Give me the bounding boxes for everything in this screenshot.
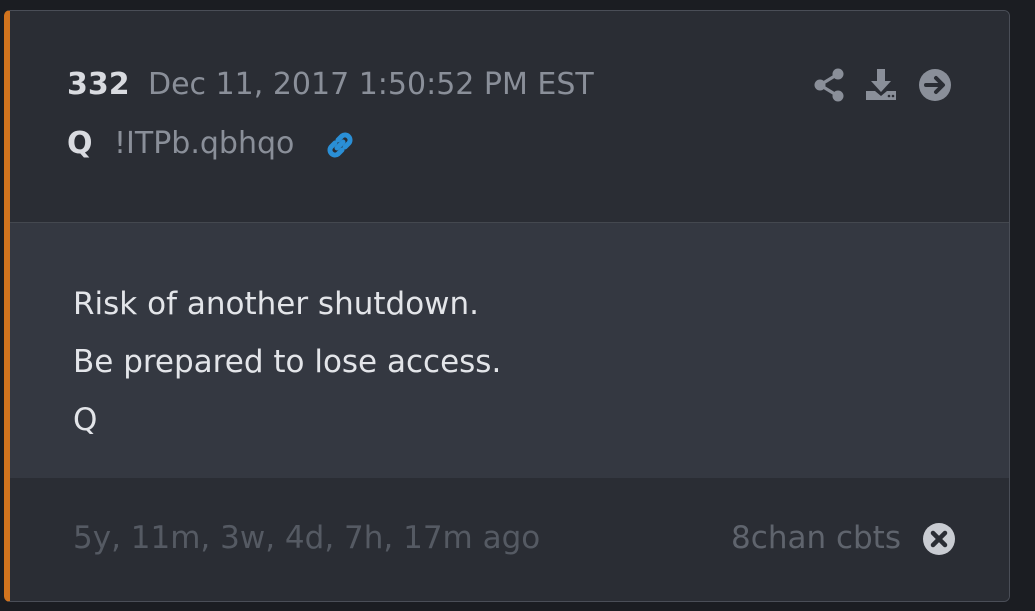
download-icon[interactable]: [863, 67, 899, 103]
post-card: 332 Dec 11, 2017 1:50:52 PM EST Q !ITPb.…: [4, 10, 1010, 602]
post-date: Dec 11, 2017 1:50:52 PM EST: [148, 67, 594, 102]
post-body: Risk of another shutdown. Be prepared to…: [10, 223, 1009, 479]
post-header: 332 Dec 11, 2017 1:50:52 PM EST Q !ITPb.…: [10, 11, 1009, 223]
post-text-line: Q: [73, 402, 98, 438]
post-footer: 5y, 11m, 3w, 4d, 7h, 17m ago 8chan cbts: [10, 478, 1009, 601]
post-age: 5y, 11m, 3w, 4d, 7h, 17m ago: [73, 520, 541, 556]
arrow-right-circle-icon[interactable]: [917, 67, 953, 103]
post-text-line: Risk of another shutdown.: [73, 286, 480, 322]
post-number[interactable]: 332: [67, 67, 130, 102]
post-author: Q: [67, 126, 93, 161]
post-source: 8chan cbts: [731, 520, 901, 556]
close-circle-icon[interactable]: [921, 521, 957, 557]
link-icon[interactable]: [322, 127, 358, 163]
share-icon[interactable]: [811, 67, 847, 103]
post-text-line: Be prepared to lose access.: [73, 344, 502, 380]
post-tripcode: !ITPb.qbhqo: [114, 126, 295, 161]
post-actions: [811, 67, 953, 107]
